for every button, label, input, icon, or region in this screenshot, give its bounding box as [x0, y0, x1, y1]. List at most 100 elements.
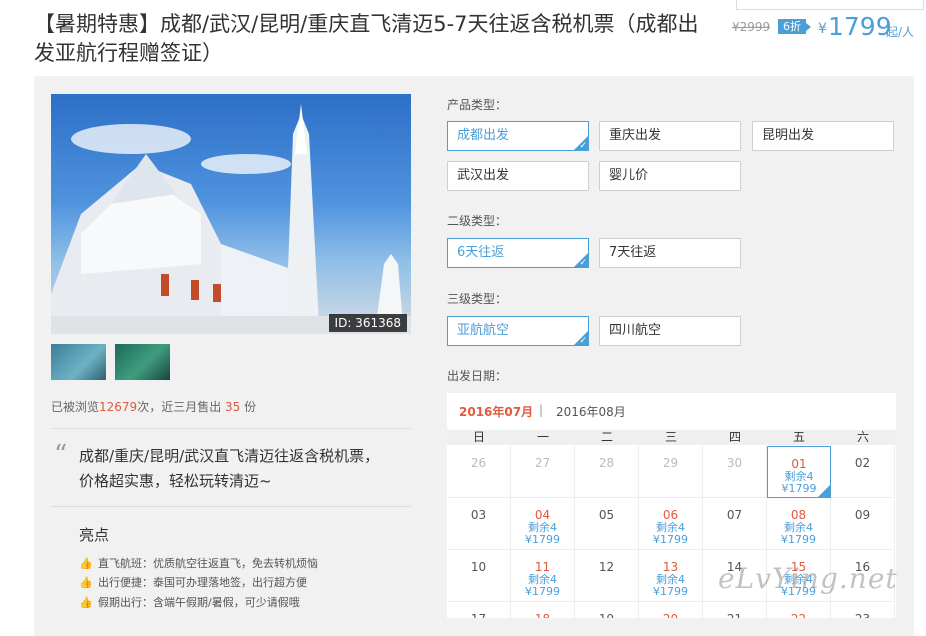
- highlight-item: 👍 假期出行：含端午假期/暑假，可少请假哦: [79, 595, 300, 611]
- check-icon: ✓: [579, 258, 587, 268]
- view-stats: 已被浏览12679次，近三月售出 35 份: [51, 398, 256, 415]
- departure-date-label: 出发日期：: [447, 369, 508, 383]
- calendar-day: 02: [831, 446, 895, 498]
- temple-illustration: [51, 104, 411, 334]
- day-price: ¥1799: [525, 533, 560, 546]
- month-separator: |: [539, 403, 544, 417]
- calendar-day: 03: [447, 498, 511, 550]
- calendar-day[interactable]: 22剩余4¥1799: [767, 602, 831, 618]
- day-number: 01: [791, 457, 807, 471]
- calendar-day[interactable]: 11 剩余4 ¥1799: [511, 550, 575, 602]
- day-number: 05: [598, 508, 615, 522]
- option-label: 7天往返: [609, 245, 657, 260]
- image-id-badge: ID: 361368: [328, 314, 407, 332]
- option-chengdu[interactable]: 成都出发 ✓: [447, 121, 589, 151]
- view-count: 12679: [99, 400, 138, 414]
- option-label: 武汉出发: [457, 168, 510, 183]
- option-label: 6天往返: [457, 245, 505, 260]
- stats-suffix: 份: [240, 400, 257, 414]
- level3-type-label: 三级类型：: [447, 292, 508, 306]
- highlight-item: 👍 直飞航班：优质航空往返直飞，免去转机烦恼: [79, 556, 318, 572]
- option-sichuan-airlines[interactable]: 四川航空: [599, 316, 741, 346]
- day-number: 10: [470, 560, 487, 574]
- option-label: 成都出发: [457, 128, 510, 143]
- option-wuhan[interactable]: 武汉出发: [447, 161, 589, 191]
- thumbnail-2[interactable]: [115, 344, 170, 380]
- title-line1: 【暑期特惠】成都/武汉/昆明/重庆直飞清迈5-7天往返含税机票（成都出发亚航行程…: [34, 12, 699, 65]
- option-label: 四川航空: [609, 323, 662, 338]
- option-kunming[interactable]: 昆明出发: [752, 121, 894, 151]
- divider: [51, 506, 411, 507]
- option-6-days[interactable]: 6天往返 ✓: [447, 238, 589, 268]
- watermark: eLvYing.net: [718, 562, 898, 595]
- day-number: 21: [703, 612, 766, 618]
- calendar-day[interactable]: 18剩余4¥1799: [511, 602, 575, 618]
- day-number: 28: [598, 456, 615, 470]
- sold-count: 35: [225, 400, 241, 414]
- option-airasia[interactable]: 亚航航空 ✓: [447, 316, 589, 346]
- calendar-day: 05: [575, 498, 639, 550]
- calendar-day[interactable]: 08 剩余4 ¥1799: [767, 498, 831, 550]
- check-icon: ✓: [579, 336, 587, 346]
- day-number: 27: [534, 456, 551, 470]
- day-number: 22: [767, 612, 830, 618]
- selected-corner: [818, 485, 830, 497]
- calendar-day[interactable]: 20剩余4¥1799: [639, 602, 703, 618]
- calendar-day: 27: [511, 446, 575, 498]
- level2-type-label: 二级类型：: [447, 214, 508, 228]
- divider: [51, 428, 411, 429]
- option-label: 昆明出发: [762, 128, 815, 143]
- highlight-text: 出行便捷：泰国可办理落地签，出行超方便: [98, 576, 307, 589]
- day-number: 09: [854, 508, 871, 522]
- option-label: 重庆出发: [609, 128, 662, 143]
- day-number: 29: [662, 456, 679, 470]
- day-number: 07: [726, 508, 743, 522]
- weekday-header: 日 一 二 三 四 五 六: [447, 430, 896, 445]
- weekday: 六: [856, 430, 869, 444]
- product-summary: 成都/重庆/昆明/武汉直飞清迈往返含税机票，价格超实惠，轻松玩转清迈~: [79, 447, 380, 490]
- calendar-day: 19: [575, 602, 639, 618]
- main-product-image[interactable]: ID: 361368: [51, 94, 411, 334]
- calendar-day[interactable]: 06 剩余4 ¥1799: [639, 498, 703, 550]
- day-number: 26: [470, 456, 487, 470]
- calendar-day[interactable]: 04 剩余4 ¥1799: [511, 498, 575, 550]
- calendar-day: 21: [703, 602, 767, 618]
- option-label: 婴儿价: [609, 168, 649, 183]
- stats-middle: 次，近三月售出: [137, 400, 226, 414]
- day-number: 20: [639, 612, 702, 618]
- thumbnail-1[interactable]: [51, 344, 106, 380]
- calendar-day[interactable]: 13 剩余4 ¥1799: [639, 550, 703, 602]
- currency-symbol: ¥: [818, 21, 827, 37]
- option-label: 亚航航空: [457, 323, 510, 338]
- day-number: 06: [662, 508, 679, 522]
- day-number: 23: [831, 612, 894, 618]
- highlight-text: 直飞航班：优质航空往返直飞，免去转机烦恼: [98, 557, 318, 570]
- calendar-day: 09: [831, 498, 895, 550]
- day-price: ¥1799: [525, 585, 560, 598]
- highlights-title: 亮点: [79, 526, 110, 544]
- day-number: 03: [470, 508, 487, 522]
- calendar-day: 07: [703, 498, 767, 550]
- day-number: 02: [854, 456, 871, 470]
- day-number: 04: [534, 508, 551, 522]
- month-tab-next[interactable]: 2016年08月: [556, 403, 626, 420]
- weekday: 四: [728, 430, 741, 444]
- calendar-day[interactable]: 01 剩余4 ¥1799: [767, 446, 831, 498]
- quote-icon: “: [54, 440, 68, 470]
- price-block: ¥2999 6折 ¥ 1799 起/人: [732, 12, 922, 44]
- day-price: ¥1799: [653, 585, 688, 598]
- day-number: 17: [447, 612, 510, 618]
- option-chongqing[interactable]: 重庆出发: [599, 121, 741, 151]
- day-number: 30: [726, 456, 743, 470]
- month-tab-current[interactable]: 2016年07月: [459, 403, 533, 420]
- calendar-day: 23: [831, 602, 895, 618]
- day-number: 18: [511, 612, 574, 618]
- original-price: ¥2999: [732, 20, 771, 34]
- day-number: 13: [662, 560, 679, 574]
- calendar-day: 10: [447, 550, 511, 602]
- price-unit: 起/人: [886, 25, 915, 39]
- highlight-item: 👍 出行便捷：泰国可办理落地签，出行超方便: [79, 575, 307, 591]
- option-7-days[interactable]: 7天往返: [599, 238, 741, 268]
- option-infant[interactable]: 婴儿价: [599, 161, 741, 191]
- calendar-day: 17: [447, 602, 511, 618]
